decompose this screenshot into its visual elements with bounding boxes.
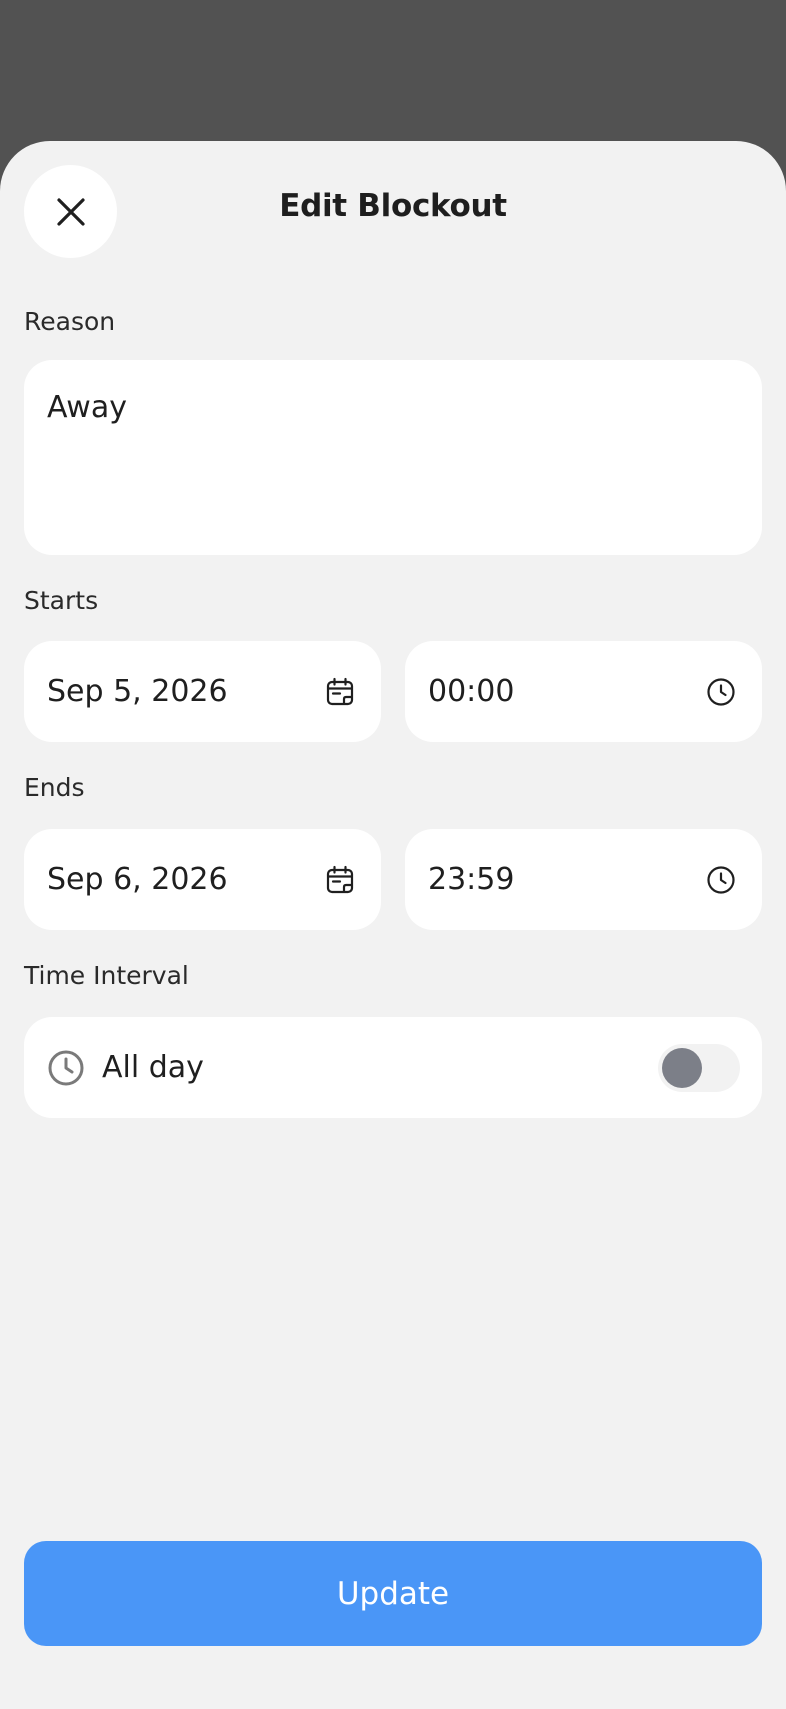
reason-value: Away <box>47 390 127 425</box>
ends-label: Ends <box>24 773 85 802</box>
calendar-icon <box>325 865 355 895</box>
starts-label: Starts <box>24 586 99 615</box>
page-title: Edit Blockout <box>279 188 507 224</box>
start-time-value: 00:00 <box>428 674 515 709</box>
end-date-field[interactable]: Sep 6, 2026 <box>24 829 381 930</box>
all-day-label: All day <box>102 1050 204 1085</box>
start-date-field[interactable]: Sep 5, 2026 <box>24 641 381 742</box>
reason-input[interactable]: Away <box>24 360 762 555</box>
end-time-value: 23:59 <box>428 862 515 897</box>
clock-icon <box>706 677 736 707</box>
end-date-value: Sep 6, 2026 <box>47 862 228 897</box>
all-day-toggle[interactable] <box>658 1043 740 1092</box>
start-time-field[interactable]: 00:00 <box>405 641 762 742</box>
toggle-knob <box>662 1047 702 1088</box>
start-date-value: Sep 5, 2026 <box>47 674 228 709</box>
edit-blockout-sheet: Edit Blockout Reason Away Starts Sep 5, … <box>0 141 786 1709</box>
time-interval-label: Time Interval <box>24 961 189 990</box>
clock-icon <box>47 1049 85 1087</box>
update-button[interactable]: Update <box>24 1541 762 1646</box>
reason-label: Reason <box>24 307 116 336</box>
end-time-field[interactable]: 23:59 <box>405 829 762 930</box>
clock-icon <box>706 865 736 895</box>
calendar-icon <box>325 677 355 707</box>
all-day-row: All day <box>24 1017 762 1118</box>
